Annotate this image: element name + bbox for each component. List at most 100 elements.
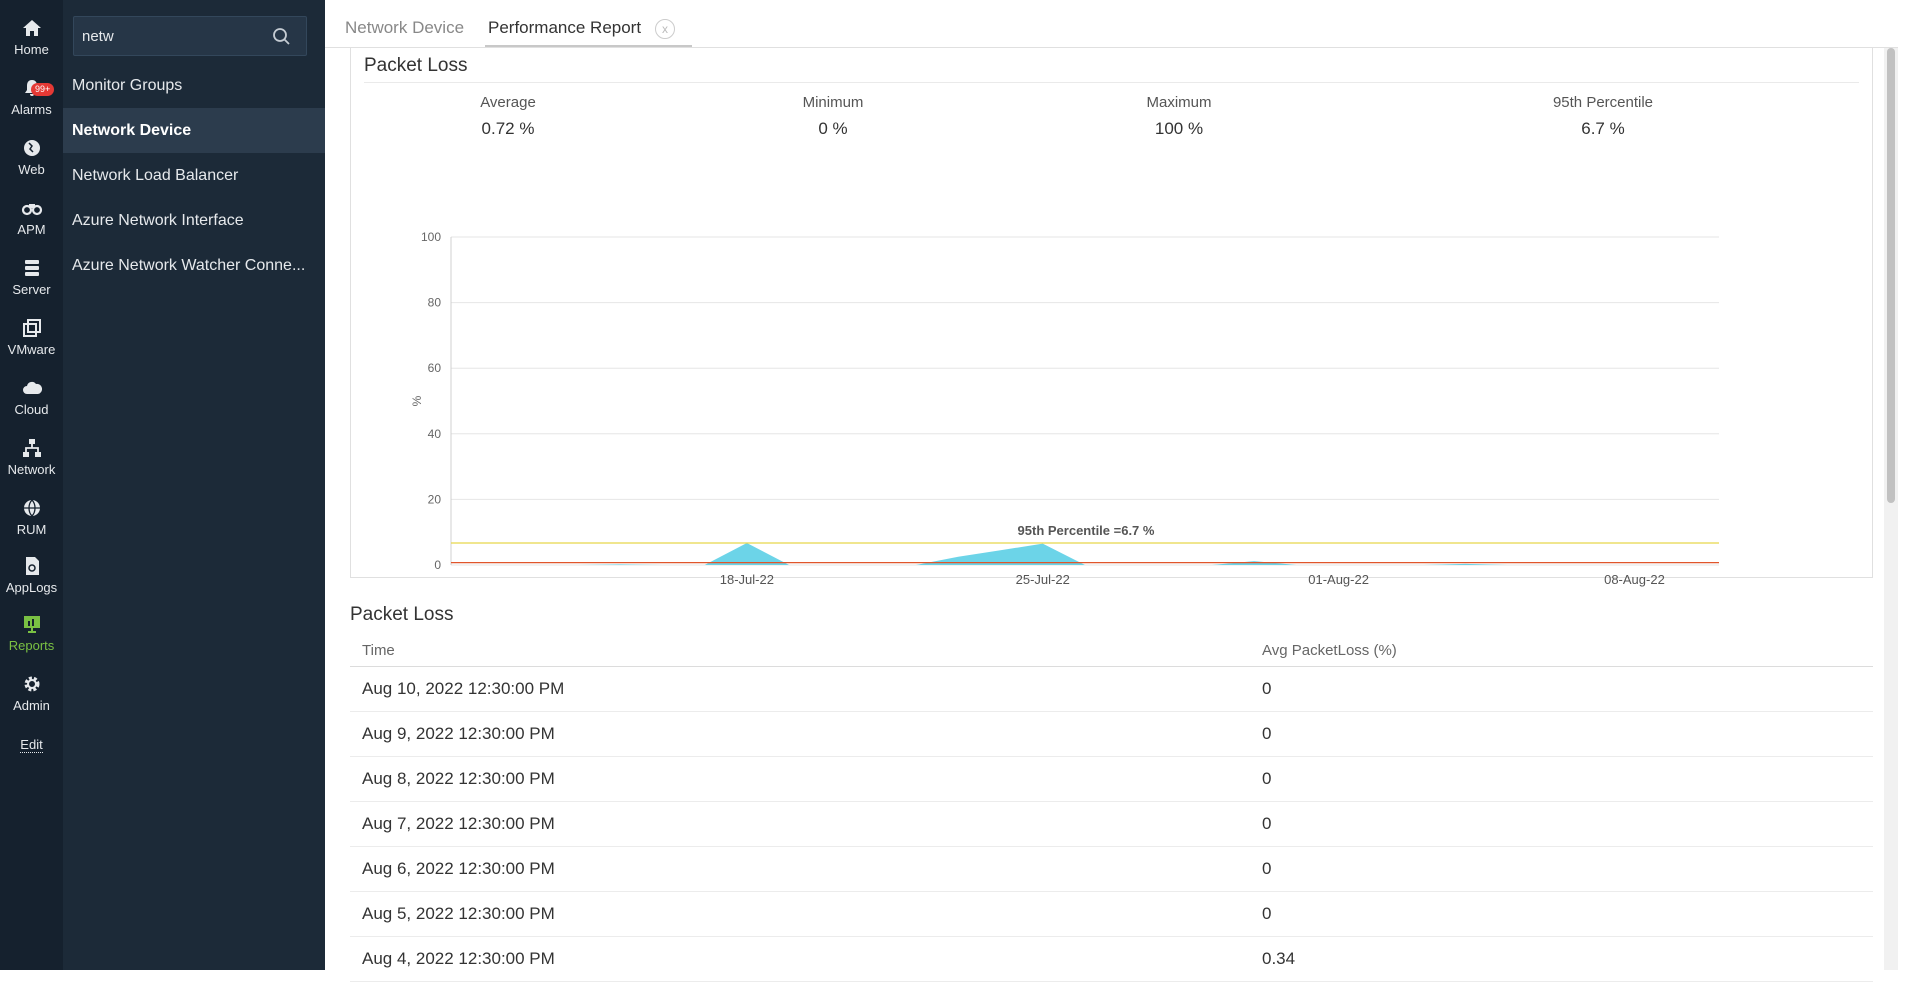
sidebar-item-azure-network-interface[interactable]: Azure Network Interface <box>63 198 325 243</box>
icon-rail: Home 99+ Alarms Web APM Server VMware Cl… <box>0 0 63 970</box>
sidebar-item-monitor-groups[interactable]: Monitor Groups <box>63 63 325 108</box>
cell-avg-packetloss: 0 <box>1262 679 1272 698</box>
cell-avg-packetloss: 0 <box>1262 904 1272 923</box>
stat-label: 95th Percentile <box>1552 94 1654 111</box>
chart-panel: Packet Loss Average 0.72 % Minimum 0 % M… <box>350 48 1873 587</box>
table-row: Aug 6, 2022 12:30:00 PM 0 <box>350 847 1873 892</box>
rail-apm[interactable]: APM <box>0 197 63 237</box>
x-tick-label: 25-Jul-22 <box>1016 572 1070 587</box>
cell-avg-packetloss: 0.34 <box>1262 949 1296 968</box>
globe-icon <box>23 140 40 156</box>
main-content: Network Device Performance Report x Pack… <box>325 0 1898 982</box>
sidebar-item-azure-network-watcher[interactable]: Azure Network Watcher Conne... <box>63 243 325 288</box>
x-tick-label: 08-Aug-22 <box>1604 572 1665 587</box>
y-tick-label: 60 <box>428 361 442 375</box>
cell-time: Aug 10, 2022 12:30:00 PM <box>362 679 565 698</box>
cell-avg-packetloss: 0 <box>1262 859 1272 878</box>
cell-avg-packetloss: 0 <box>1262 769 1272 788</box>
applogs-icon <box>25 557 39 575</box>
cell-time: Aug 5, 2022 12:30:00 PM <box>362 904 555 923</box>
rail-rum[interactable]: RUM <box>0 497 63 537</box>
table-row: Aug 7, 2022 12:30:00 PM 0 <box>350 802 1873 847</box>
rail-admin[interactable]: Admin <box>0 673 63 713</box>
scrollbar-thumb[interactable] <box>1887 48 1895 503</box>
rail-cloud[interactable]: Cloud <box>0 377 63 417</box>
y-tick-label: 40 <box>428 427 442 441</box>
server-icon <box>24 260 39 276</box>
table-row: Aug 9, 2022 12:30:00 PM 0 <box>350 712 1873 757</box>
active-tab-indicator <box>485 45 692 47</box>
tab-bar: Network Device Performance Report x <box>325 3 1898 48</box>
search-input[interactable] <box>82 25 262 47</box>
stat-value: 6.7 % <box>1581 119 1625 138</box>
scrollbar[interactable] <box>1884 48 1898 970</box>
table-row: Aug 5, 2022 12:30:00 PM 0 <box>350 892 1873 937</box>
tab-performance-report[interactable]: Performance Report <box>488 18 641 38</box>
sidebar-item-network-device[interactable]: Network Device <box>63 108 325 153</box>
table-row: Aug 4, 2022 12:30:00 PM 0.34 <box>350 937 1873 982</box>
table-title: Packet Loss <box>350 604 454 625</box>
rail-label: RUM <box>16 522 47 537</box>
rail-reports[interactable]: Reports <box>0 613 63 653</box>
column-header-avg-packetloss[interactable]: Avg PacketLoss (%) <box>1262 642 1397 659</box>
stat-value: 0 % <box>818 119 848 138</box>
tab-network-device[interactable]: Network Device <box>345 18 464 38</box>
edit-label: Edit <box>20 737 43 753</box>
column-header-time[interactable]: Time <box>362 642 395 659</box>
rail-label: Admin <box>13 698 50 713</box>
divider <box>364 82 1859 83</box>
stat-label: Maximum <box>1146 94 1212 111</box>
x-tick-label: 01-Aug-22 <box>1308 572 1369 587</box>
rail-label: Network <box>7 462 56 477</box>
stat-value: 0.72 % <box>481 119 535 138</box>
stat-label: Minimum <box>802 94 864 111</box>
network-icon <box>22 439 41 457</box>
cell-time: Aug 8, 2022 12:30:00 PM <box>362 769 555 788</box>
y-axis-label: % <box>410 395 424 406</box>
rum-icon <box>23 499 40 517</box>
cell-time: Aug 9, 2022 12:30:00 PM <box>362 724 555 743</box>
rail-label: Cloud <box>14 402 49 417</box>
edit-link[interactable]: Edit <box>0 737 63 753</box>
rail-label: Home <box>14 42 49 57</box>
table-header: Time Avg PacketLoss (%) <box>350 634 1873 667</box>
rail-network[interactable]: Network <box>0 437 63 477</box>
rail-alarms[interactable]: 99+ Alarms <box>0 77 63 117</box>
rail-server[interactable]: Server <box>0 257 63 297</box>
rail-label: Web <box>18 162 45 177</box>
home-icon <box>22 20 41 36</box>
y-tick-label: 80 <box>428 296 442 310</box>
binoculars-icon <box>21 204 42 216</box>
table-row: Aug 8, 2022 12:30:00 PM 0 <box>350 757 1873 802</box>
area-series <box>451 543 1719 565</box>
rail-applogs[interactable]: AppLogs <box>0 555 63 595</box>
close-tab-icon[interactable]: x <box>655 19 675 39</box>
sidebar: Monitor Groups Network Device Network Lo… <box>63 0 325 970</box>
cell-time: Aug 6, 2022 12:30:00 PM <box>362 859 555 878</box>
stat-maximum: Maximum 100 % <box>1079 94 1279 139</box>
rail-label: APM <box>17 222 46 237</box>
stat-label: Average <box>480 94 536 111</box>
x-tick-label: 18-Jul-22 <box>720 572 774 587</box>
sidebar-item-network-load-balancer[interactable]: Network Load Balancer <box>63 153 325 198</box>
vm-icon <box>22 319 41 337</box>
y-tick-label: 20 <box>428 492 442 506</box>
rail-label: AppLogs <box>5 580 58 595</box>
cloud-icon <box>22 381 42 394</box>
rail-web[interactable]: Web <box>0 137 63 177</box>
rail-home[interactable]: Home <box>0 17 63 57</box>
stat-minimum: Minimum 0 % <box>733 94 933 139</box>
stat-average: Average 0.72 % <box>408 94 608 139</box>
chart-title: Packet Loss <box>364 55 468 76</box>
rail-label: Alarms <box>11 102 52 117</box>
stat-value: 100 % <box>1154 119 1204 138</box>
cell-time: Aug 4, 2022 12:30:00 PM <box>362 949 555 968</box>
y-tick-label: 100 <box>421 230 441 244</box>
packet-loss-chart: 0 20 40 60 80 100% 95th Percentile =6.7 % 18-Ju… <box>410 230 1719 587</box>
search-icon[interactable] <box>272 27 292 47</box>
rail-vmware[interactable]: VMware <box>0 317 63 357</box>
alarm-count-badge: 99+ <box>31 83 55 96</box>
cell-avg-packetloss: 0 <box>1262 814 1272 833</box>
rail-label: VMware <box>7 342 56 357</box>
stat-95th-percentile: 95th Percentile 6.7 % <box>1503 94 1703 139</box>
